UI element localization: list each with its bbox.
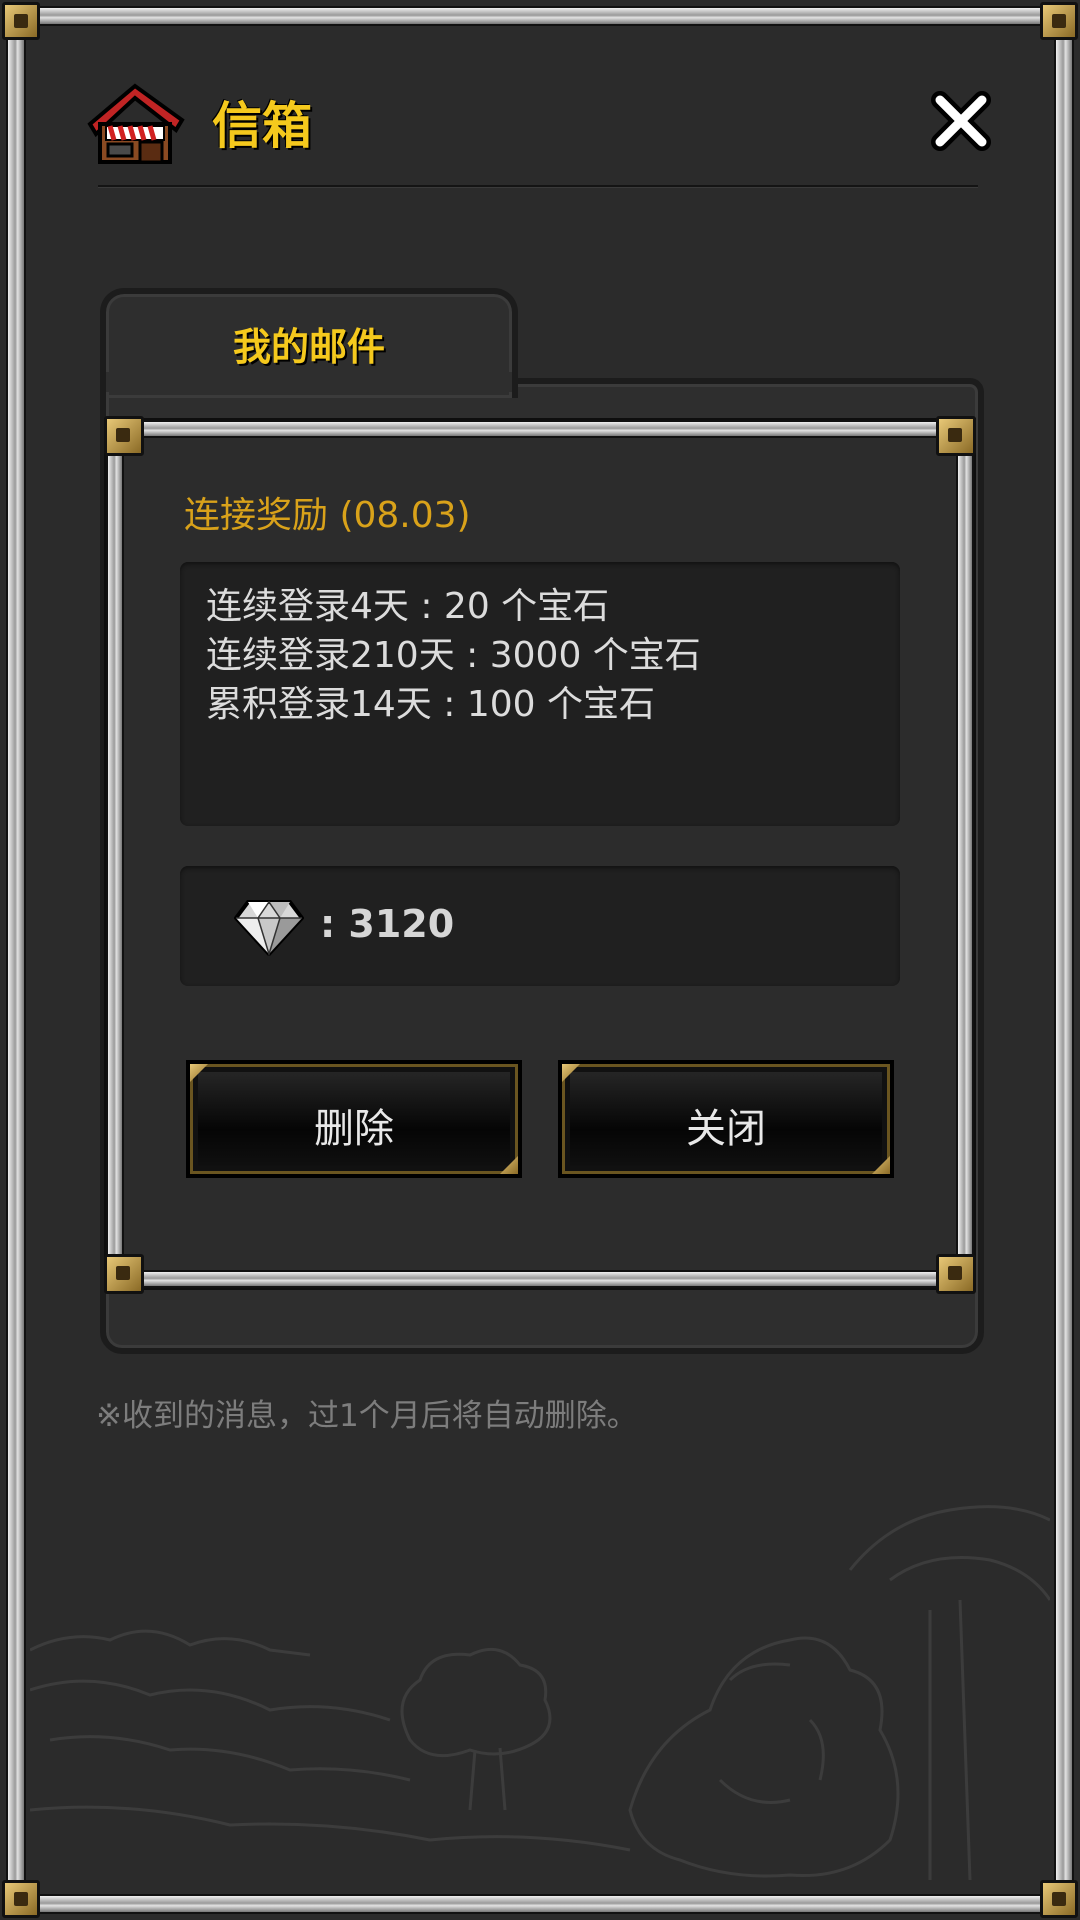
- inner-frame-bottom: [118, 1270, 962, 1288]
- inner-corner-bottom-right: [936, 1254, 976, 1294]
- inner-frame-top: [118, 420, 962, 438]
- tab-label: 我的邮件: [232, 325, 385, 369]
- frame-bottom: [18, 1894, 1062, 1914]
- inner-corner-bottom-left: [104, 1254, 144, 1294]
- reward-amount: : 3120: [320, 902, 455, 946]
- frame-right: [1054, 18, 1074, 1902]
- shop-house-icon: [87, 83, 185, 164]
- mailbox-screen: 信箱 我的邮件 连接奖励 (08.03) 连续登录4天 : 20 个宝石 连续登…: [0, 0, 1080, 1920]
- close-button-label: 关闭: [686, 1106, 766, 1152]
- auto-delete-notice: ※收到的消息，过1个月后将自动删除。: [96, 1398, 638, 1434]
- close-button[interactable]: 关闭: [558, 1060, 894, 1178]
- delete-button-label: 删除: [314, 1106, 394, 1152]
- frame-top: [18, 6, 1062, 26]
- message-line: 连续登录210天 : 3000 个宝石: [206, 635, 701, 676]
- inner-corner-top-left: [104, 416, 144, 456]
- inner-frame-right: [956, 430, 974, 1280]
- message-body: 连续登录4天 : 20 个宝石 连续登录210天 : 3000 个宝石 累积登录…: [180, 562, 900, 826]
- page-title: 信箱: [212, 97, 312, 155]
- frame-corner-bottom-left: [2, 1880, 40, 1918]
- frame-corner-bottom-right: [1040, 1880, 1078, 1918]
- inner-frame-left: [106, 430, 124, 1280]
- inner-corner-top-right: [936, 416, 976, 456]
- frame-corner-top-left: [2, 2, 40, 40]
- tab-join: [106, 372, 512, 392]
- gem-icon: [234, 900, 304, 956]
- message-line: 累积登录14天 : 100 个宝石: [206, 684, 655, 725]
- frame-left: [6, 18, 26, 1902]
- background-sketch-art: [30, 1505, 1050, 1881]
- message-line: 连续登录4天 : 20 个宝石: [206, 586, 610, 627]
- frame-corner-top-right: [1040, 2, 1078, 40]
- message-title: 连接奖励 (08.03): [184, 495, 471, 536]
- header-divider: [98, 185, 978, 188]
- delete-button[interactable]: 删除: [186, 1060, 522, 1178]
- reward-box: : 3120: [180, 866, 900, 986]
- close-icon[interactable]: [928, 88, 994, 154]
